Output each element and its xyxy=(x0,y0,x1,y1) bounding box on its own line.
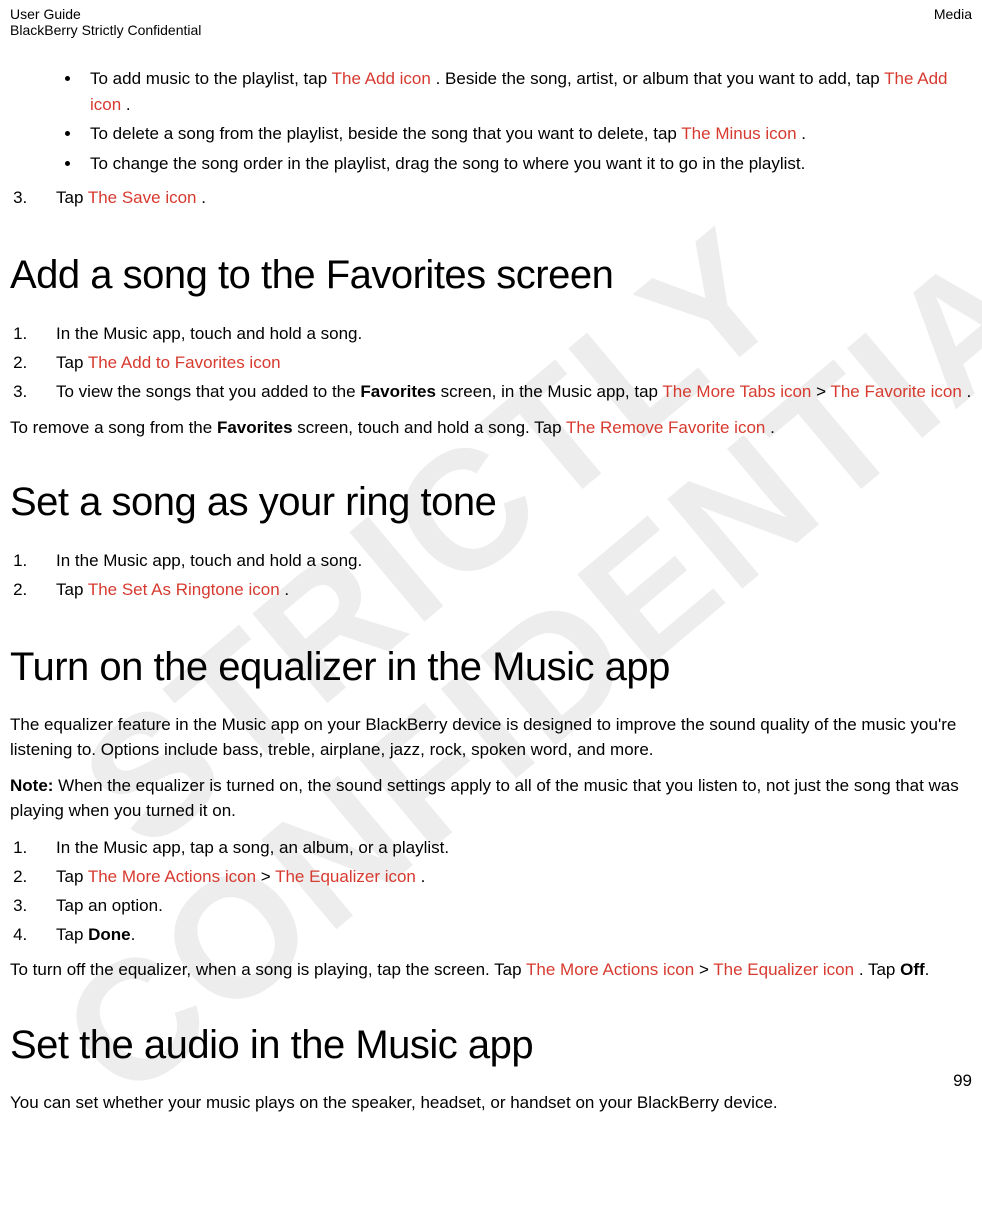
save-icon: The Save icon xyxy=(88,188,201,207)
equalizer-note: Note: When the equalizer is turned on, t… xyxy=(10,773,972,824)
eq-step-1: In the Music app, tap a song, an album, … xyxy=(32,834,972,863)
favorites-steps: In the Music app, touch and hold a song.… xyxy=(10,320,972,407)
equalizer-icon: The Equalizer icon xyxy=(275,867,421,886)
more-tabs-icon: The More Tabs icon xyxy=(662,382,816,401)
bullet-add-music: To add music to the playlist, tap The Ad… xyxy=(82,66,972,117)
add-to-favorites-icon: The Add to Favorites icon xyxy=(88,353,281,372)
equalizer-icon: The Equalizer icon xyxy=(713,960,859,979)
t: . Beside the song, artist, or album that… xyxy=(436,69,885,88)
t: Tap xyxy=(56,188,88,207)
t: screen, in the Music app, tap xyxy=(436,382,662,401)
t: > xyxy=(699,960,713,979)
favorites-remove: To remove a song from the Favorites scre… xyxy=(10,415,972,441)
minus-icon: The Minus icon xyxy=(681,124,801,143)
t: To delete a song from the playlist, besi… xyxy=(90,124,681,143)
bullet-change-order: To change the song order in the playlist… xyxy=(82,151,972,177)
t: To turn off the equalizer, when a song i… xyxy=(10,960,526,979)
header-left-2: BlackBerry Strictly Confidential xyxy=(10,22,201,38)
add-icon: The Add icon xyxy=(332,69,436,88)
t: Tap xyxy=(56,353,88,372)
fav-step-2: Tap The Add to Favorites icon xyxy=(32,349,972,378)
heading-ringtone: Set a song as your ring tone xyxy=(10,480,972,525)
equalizer-steps: In the Music app, tap a song, an album, … xyxy=(10,834,972,950)
favorites-bold: Favorites xyxy=(217,418,293,437)
note-bold: Note: xyxy=(10,776,58,795)
fav-step-3: To view the songs that you added to the … xyxy=(32,378,972,407)
t: screen, touch and hold a song. Tap xyxy=(293,418,566,437)
favorite-icon: The Favorite icon xyxy=(830,382,966,401)
heading-equalizer: Turn on the equalizer in the Music app xyxy=(10,645,972,690)
t: To add music to the playlist, tap xyxy=(90,69,332,88)
t: . xyxy=(967,382,972,401)
t: . xyxy=(770,418,775,437)
eq-step-3: Tap an option. xyxy=(32,892,972,921)
more-actions-icon: The More Actions icon xyxy=(88,867,261,886)
header-left-1: User Guide xyxy=(10,6,201,22)
t: . xyxy=(131,925,136,944)
equalizer-off: To turn off the equalizer, when a song i… xyxy=(10,957,972,983)
more-actions-icon: The More Actions icon xyxy=(526,960,699,979)
step-save: Tap The Save icon . xyxy=(32,184,972,213)
heading-favorites: Add a song to the Favorites screen xyxy=(10,253,972,298)
equalizer-p1: The equalizer feature in the Music app o… xyxy=(10,712,972,763)
off-bold: Off xyxy=(900,960,925,979)
eq-step-4: Tap Done. xyxy=(32,921,972,950)
t: . Tap xyxy=(859,960,900,979)
t: . xyxy=(201,188,206,207)
t: > xyxy=(816,382,830,401)
t: To remove a song from the xyxy=(10,418,217,437)
fav-step-1: In the Music app, touch and hold a song. xyxy=(32,320,972,349)
favorites-bold: Favorites xyxy=(360,382,436,401)
t: . xyxy=(126,95,131,114)
t: Tap xyxy=(56,925,88,944)
t: To view the songs that you added to the xyxy=(56,382,360,401)
audio-p1: You can set whether your music plays on … xyxy=(10,1090,972,1116)
page-header: User Guide BlackBerry Strictly Confident… xyxy=(10,0,972,38)
eq-step-2: Tap The More Actions icon > The Equalize… xyxy=(32,863,972,892)
page-number: 99 xyxy=(953,1071,972,1091)
set-as-ringtone-icon: The Set As Ringtone icon xyxy=(88,580,285,599)
t: . xyxy=(925,960,930,979)
heading-audio: Set the audio in the Music app xyxy=(10,1023,972,1068)
bullet-delete-song: To delete a song from the playlist, besi… xyxy=(82,121,972,147)
t: . xyxy=(421,867,426,886)
t: When the equalizer is turned on, the sou… xyxy=(10,776,959,821)
remove-favorite-icon: The Remove Favorite icon xyxy=(566,418,770,437)
t: Tap xyxy=(56,580,88,599)
t: > xyxy=(261,867,275,886)
done-bold: Done xyxy=(88,925,131,944)
t: . xyxy=(284,580,289,599)
step-save-list: Tap The Save icon . xyxy=(10,184,972,213)
ring-step-1: In the Music app, touch and hold a song. xyxy=(32,547,972,576)
header-right: Media xyxy=(934,6,972,38)
top-bullets: To add music to the playlist, tap The Ad… xyxy=(10,66,972,176)
ring-step-2: Tap The Set As Ringtone icon . xyxy=(32,576,972,605)
ringtone-steps: In the Music app, touch and hold a song.… xyxy=(10,547,972,605)
t: Tap xyxy=(56,867,88,886)
t: . xyxy=(801,124,806,143)
